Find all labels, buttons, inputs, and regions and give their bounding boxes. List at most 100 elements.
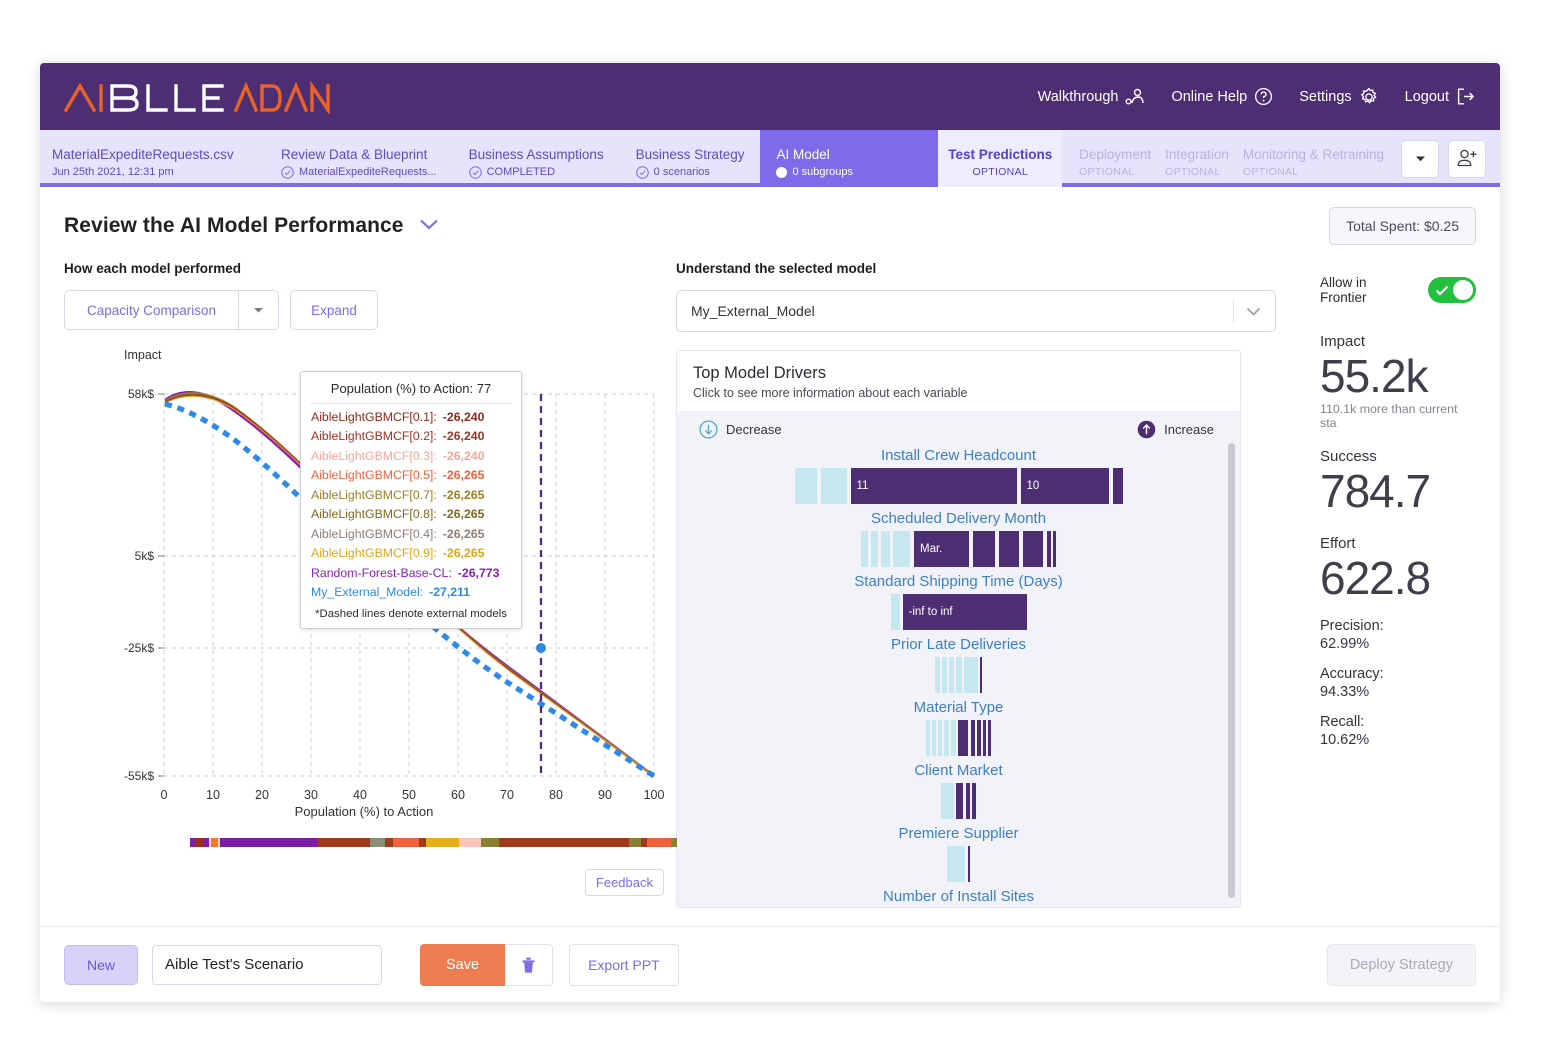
allow-in-frontier-row: Allow in Frontier <box>1320 275 1476 305</box>
driver-prior-late-deliveries[interactable]: Prior Late Deliveries <box>677 636 1240 693</box>
save-group: Save <box>420 943 554 986</box>
driver-label[interactable]: Client Market <box>677 762 1240 779</box>
driver-bars <box>677 846 1240 882</box>
gear-icon <box>1360 87 1377 104</box>
driver-label[interactable]: Number of Install Sites <box>677 888 1240 905</box>
arrow-down-circle-icon <box>699 420 718 439</box>
logout-button[interactable]: Logout <box>1405 87 1476 106</box>
save-button[interactable]: Save <box>420 943 506 986</box>
chevron-down-icon[interactable] <box>1246 307 1261 316</box>
step-monitoring-retraining[interactable]: Monitoring & Retraining OPTIONAL <box>1236 139 1391 187</box>
feedback-button[interactable]: Feedback <box>584 869 664 896</box>
comparison-select-arrow[interactable] <box>238 290 280 330</box>
walkthrough-icon <box>1125 88 1145 104</box>
driver-bars <box>677 720 1240 756</box>
model-color-strip[interactable] <box>190 838 690 847</box>
chevron-down-icon <box>419 219 438 230</box>
success-value: 784.7 <box>1320 465 1431 517</box>
tooltip-series-name: My_External_Model: <box>311 585 424 599</box>
marker-point <box>536 643 546 653</box>
new-scenario-button[interactable]: New <box>64 944 139 985</box>
impact-label: Impact <box>1320 333 1366 350</box>
chart-controls: Capacity Comparison Expand <box>64 290 664 330</box>
settings-button[interactable]: Settings <box>1299 87 1378 107</box>
driver-bars: -inf to inf <box>677 594 1240 630</box>
impact-chart[interactable]: 58k$ 5k$ -25k$ -55k$ 0 10 20 30 40 50 60 70 <box>64 366 690 896</box>
svg-text:60: 60 <box>451 788 465 802</box>
scenario-name-input[interactable] <box>152 944 383 985</box>
step-group-optional: Deployment OPTIONAL Integration OPTIONAL… <box>1062 130 1401 187</box>
driver-install-crew-headcount[interactable]: Install Crew Headcount 11 10 <box>677 447 1240 504</box>
segment-label: 11 <box>856 480 869 492</box>
step-dataset-file[interactable]: MaterialExpediteRequests.csv Jun 25th 20… <box>40 130 265 187</box>
driver-label[interactable]: Scheduled Delivery Month <box>677 510 1240 527</box>
delete-scenario-button[interactable] <box>505 943 554 986</box>
step-sub: COMPLETED <box>468 165 604 180</box>
total-spent-badge[interactable]: Total Spent: $0.25 <box>1329 207 1476 245</box>
expand-button[interactable]: Expand <box>290 290 378 330</box>
step-deployment[interactable]: Deployment OPTIONAL <box>1072 139 1158 187</box>
driver-bars <box>677 657 1240 693</box>
tooltip-row: My_External_Model: -27,211 <box>311 585 511 599</box>
chevron-down-icon <box>254 307 264 313</box>
effort-label: Effort <box>1320 535 1356 552</box>
check-circle-icon <box>635 166 649 179</box>
step-business-strategy[interactable]: Business Strategy 0 scenarios <box>620 130 761 187</box>
comparison-select-value[interactable]: Capacity Comparison <box>64 290 239 330</box>
settings-label: Settings <box>1299 88 1352 105</box>
dataset-file-name: MaterialExpediteRequests.csv <box>52 147 234 162</box>
chart-y-axis-title: Impact <box>124 348 162 362</box>
legend-increase-label: Increase <box>1164 422 1214 437</box>
svg-text:20: 20 <box>255 788 269 802</box>
impact-subtext: 110.1k more than current sta <box>1320 402 1458 430</box>
impact-value: 55.2k <box>1320 350 1429 402</box>
svg-text:40: 40 <box>353 788 367 802</box>
step-business-assumptions[interactable]: Business Assumptions COMPLETED <box>453 130 620 187</box>
steps-dropdown-button[interactable] <box>1401 139 1439 178</box>
tooltip-series-name: Random-Forest-Base-CL: <box>311 565 452 580</box>
add-user-button[interactable] <box>1448 139 1486 178</box>
svg-text:90: 90 <box>598 788 612 802</box>
aible-logo[interactable] <box>60 79 340 114</box>
driver-label[interactable]: Material Type <box>677 699 1240 716</box>
chart-tooltip: Population (%) to Action: 77 AibleLightG… <box>300 371 522 629</box>
step-integration[interactable]: Integration OPTIONAL <box>1158 139 1236 187</box>
toggle-knob <box>1453 280 1473 300</box>
step-test-predictions[interactable]: Test Predictions OPTIONAL <box>938 130 1063 187</box>
tooltip-series-name: AibleLightGBMCF[0.9]: <box>311 546 437 560</box>
driver-label[interactable]: Standard Shipping Time (Days) <box>677 573 1240 590</box>
chevron-down-icon <box>1415 156 1425 161</box>
drivers-title: Top Model Drivers <box>693 364 826 382</box>
app-window: Walkthrough Online Help Settings Logout … <box>40 63 1500 1002</box>
allow-in-frontier-toggle[interactable] <box>1427 277 1476 303</box>
divider <box>1233 300 1234 322</box>
driver-bars <box>677 783 1240 819</box>
tooltip-series-value: -26,240 <box>442 429 485 443</box>
walkthrough-button[interactable]: Walkthrough <box>1038 87 1146 107</box>
y-tick-2: -25k$ <box>124 641 154 655</box>
walkthrough-label: Walkthrough <box>1037 88 1119 105</box>
step-review-data-blueprint[interactable]: Review Data & Blueprint MaterialExpedite… <box>265 130 453 187</box>
step-ai-model[interactable]: AI Model 0 subgroups <box>760 130 939 187</box>
comparison-select[interactable]: Capacity Comparison <box>64 290 280 330</box>
driver-material-type[interactable]: Material Type <box>677 699 1240 756</box>
driver-label[interactable]: Install Crew Headcount <box>677 447 1240 464</box>
driver-scheduled-delivery-month[interactable]: Scheduled Delivery Month Mar. <box>677 510 1240 567</box>
deploy-strategy-button[interactable]: Deploy Strategy <box>1326 943 1476 986</box>
model-select[interactable]: My_External_Model <box>676 290 1276 332</box>
steps-actions <box>1401 130 1500 187</box>
driver-number-of-install-sites[interactable]: Number of Install Sites <box>677 888 1240 905</box>
driver-standard-shipping-time[interactable]: Standard Shipping Time (Days) -inf to in… <box>677 573 1240 630</box>
drivers-scrollbar[interactable] <box>1228 443 1235 898</box>
driver-label[interactable]: Prior Late Deliveries <box>677 636 1240 653</box>
precision-label: Precision: <box>1320 618 1384 634</box>
model-select-arrow-group <box>1233 300 1261 322</box>
driver-client-market[interactable]: Client Market <box>677 762 1240 819</box>
online-help-button[interactable]: Online Help <box>1171 87 1273 106</box>
driver-label[interactable]: Premiere Supplier <box>677 825 1240 842</box>
driver-premiere-supplier[interactable]: Premiere Supplier <box>677 825 1240 882</box>
export-ppt-button[interactable]: Export PPT <box>569 943 679 986</box>
page-collapse-toggle[interactable] <box>418 217 440 236</box>
